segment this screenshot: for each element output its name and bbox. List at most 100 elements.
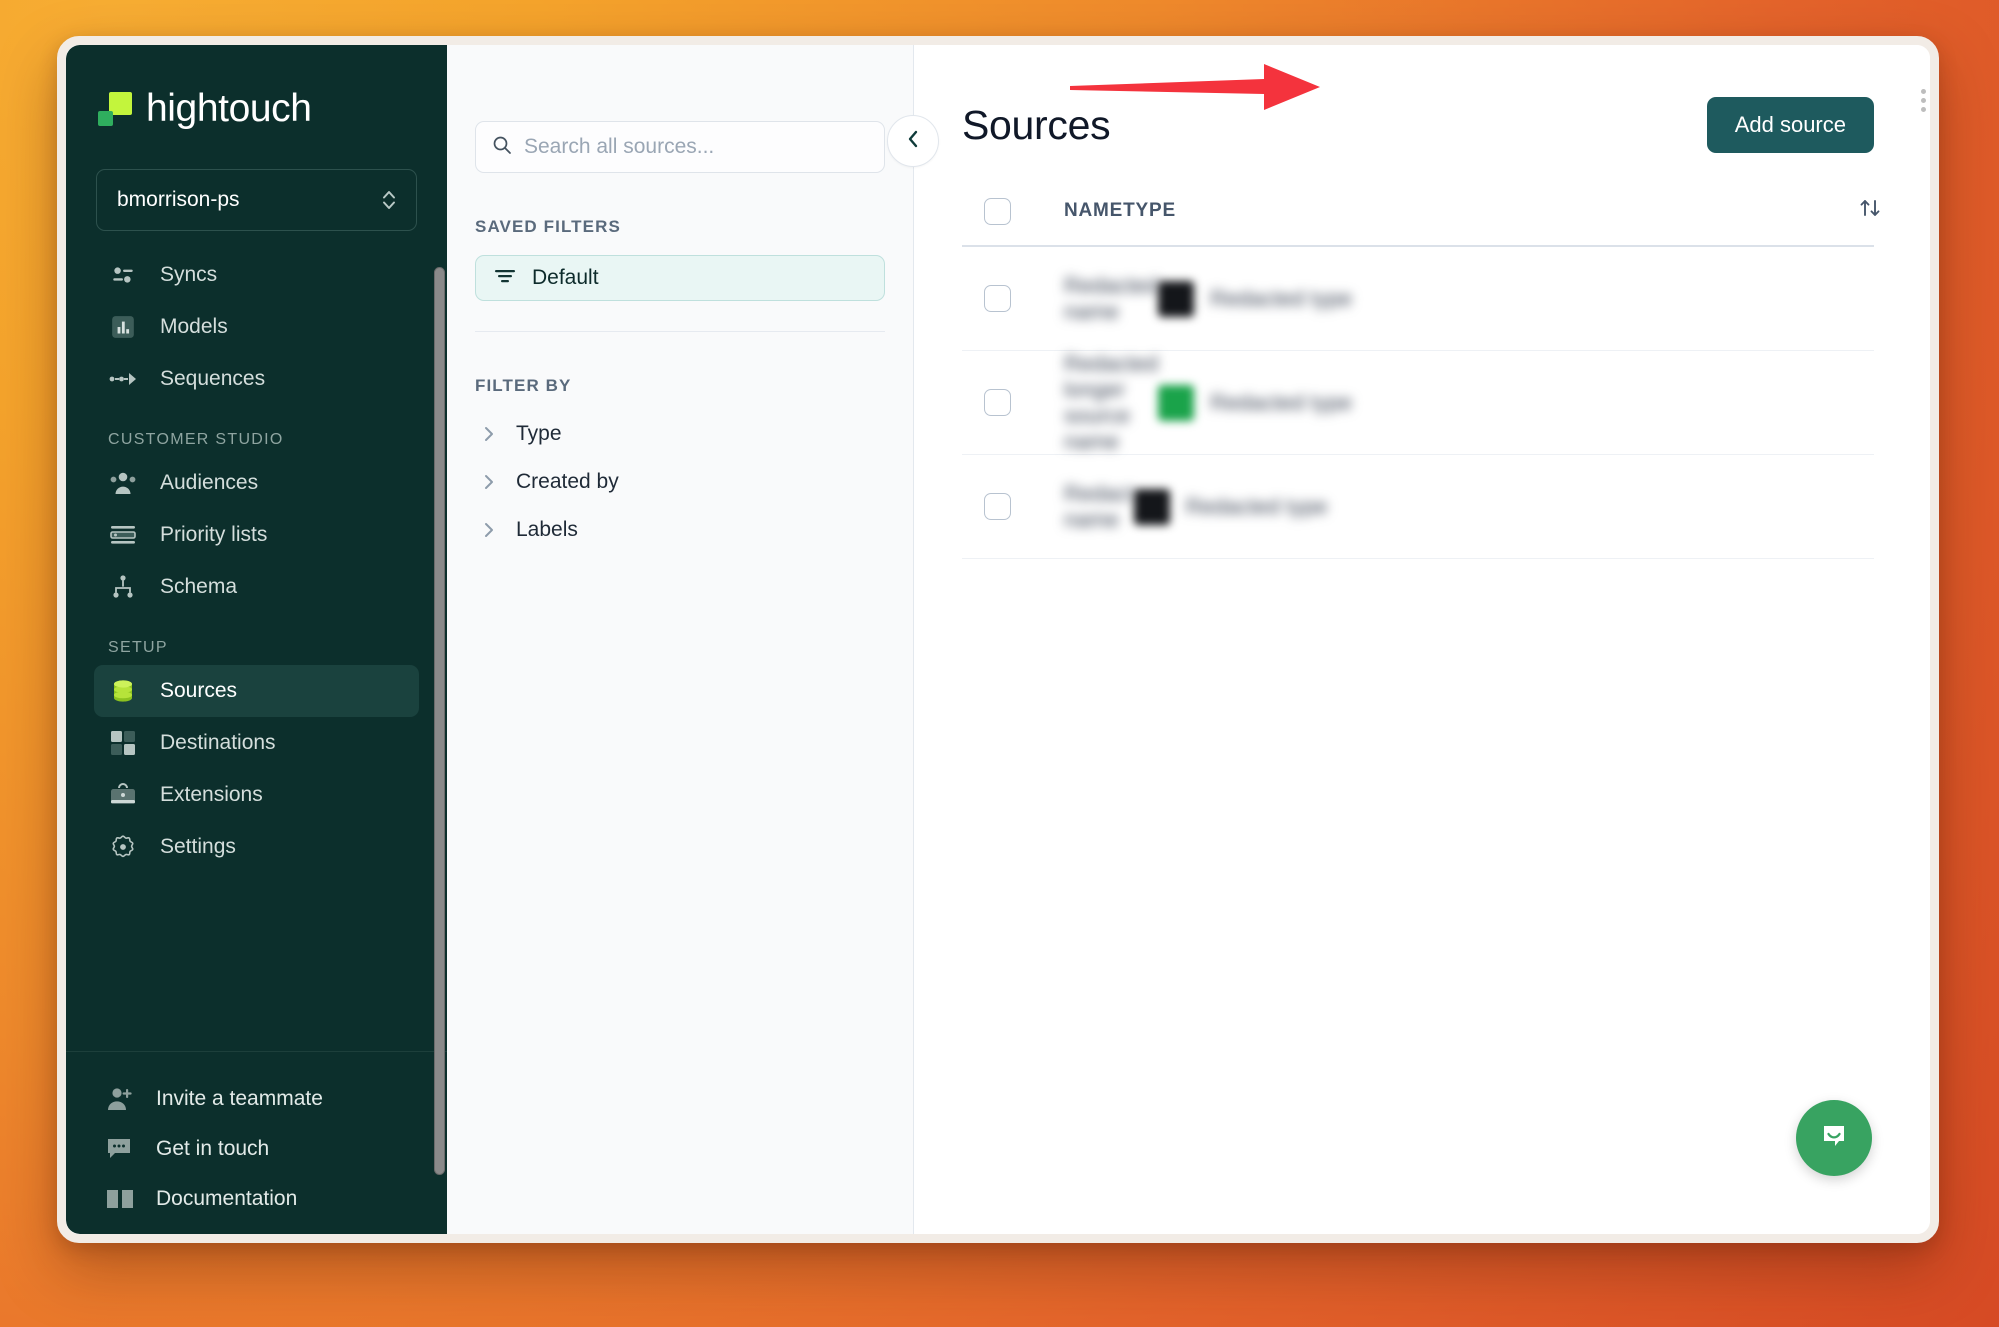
select-all-cell (962, 197, 1064, 225)
sidebar-item-label: Models (160, 315, 228, 338)
sidebar-item-label: Get in touch (156, 1137, 270, 1160)
sidebar-item-label: Extensions (160, 783, 263, 806)
hightouch-logo-icon (98, 92, 132, 126)
select-all-checkbox[interactable] (984, 197, 1011, 225)
filter-label: Created by (516, 470, 619, 493)
sidebar-item-audiences[interactable]: Audiences (94, 457, 419, 509)
source-name-cell: Redact name (1064, 481, 1134, 533)
source-name-cell: Redacted longer source name (1064, 351, 1158, 455)
user-plus-icon (104, 1083, 136, 1115)
sidebar-item-documentation[interactable]: Documentation (94, 1174, 419, 1224)
table-row[interactable]: Redacted longer source name Redacted typ… (962, 351, 1874, 455)
workspace-selector[interactable]: bmorrison-ps (96, 169, 417, 231)
column-header-type[interactable]: TYPE (1123, 200, 1823, 222)
add-source-button[interactable]: Add source (1706, 97, 1874, 153)
intercom-launcher[interactable] (1796, 1100, 1872, 1176)
sidebar-item-label: Sequences (160, 367, 266, 390)
source-type-logo (1158, 384, 1195, 421)
sidebar-group-setup: SETUP (108, 639, 168, 656)
sidebar-item-destinations[interactable]: Destinations (94, 717, 419, 769)
sources-table-header: NAME TYPE (962, 195, 1880, 247)
sidebar-group-customer-studio: CUSTOMER STUDIO (108, 431, 284, 448)
chevron-right-icon (483, 520, 496, 540)
sidebar-item-sequences[interactable]: Sequences (94, 353, 419, 405)
book-icon (104, 1183, 136, 1215)
people-icon (108, 468, 138, 498)
briefcase-icon (108, 780, 138, 810)
main-content: Sources Add source NAME TYPE Redacted na… (914, 45, 1930, 1234)
sidebar-item-syncs[interactable]: Syncs (94, 249, 419, 301)
sources-table-body: Redacted name Redacted type Redacted lon… (914, 247, 1930, 559)
search-box[interactable] (475, 121, 885, 173)
bar-chart-icon (108, 312, 138, 342)
row-select-cell (962, 389, 1064, 416)
sidebar-item-label: Schema (160, 575, 238, 598)
sidebar-item-extensions[interactable]: Extensions (94, 769, 419, 821)
sidebar-scrollbar[interactable] (434, 267, 445, 1175)
row-checkbox[interactable] (984, 493, 1011, 520)
search-icon (492, 135, 512, 160)
source-type-redacted: Redacted type (1210, 285, 1353, 311)
source-type-redacted: Redacted type (1210, 389, 1353, 415)
chevron-left-icon (905, 128, 921, 155)
sidebar-item-priority-lists[interactable]: Priority lists (94, 509, 419, 561)
sidebar-item-sources[interactable]: Sources (94, 665, 419, 717)
filter-row-created-by[interactable]: Created by (475, 458, 885, 506)
gear-icon (108, 832, 138, 862)
sort-button[interactable] (1823, 195, 1883, 227)
list-icon (108, 520, 138, 550)
sidebar-item-label: Sources (160, 679, 238, 702)
hierarchy-icon (108, 572, 138, 602)
filter-by-heading: FILTER BY (475, 376, 572, 395)
source-type-cell: Redacted type (1158, 384, 1858, 421)
sidebar-item-label: Audiences (160, 471, 259, 494)
sidebar-item-label: Invite a teammate (156, 1087, 323, 1110)
database-icon (108, 676, 138, 706)
row-checkbox[interactable] (984, 389, 1011, 416)
sidebar-nav: Syncs Models Sequences CUSTOMER STUDIO A… (66, 231, 447, 1051)
logo-wordmark: hightouch (146, 87, 312, 130)
search-input[interactable] (524, 135, 868, 159)
app-logo[interactable]: hightouch (66, 45, 447, 131)
filter-row-type[interactable]: Type (475, 410, 885, 458)
sidebar-item-label: Syncs (160, 263, 218, 286)
chevron-right-icon (483, 424, 496, 444)
filter-panel: SAVED FILTERS Default FILTER BY (447, 45, 939, 1234)
sidebar-item-schema[interactable]: Schema (94, 561, 419, 613)
collapse-panel-button[interactable] (887, 115, 939, 167)
sidebar-item-label: Priority lists (160, 523, 268, 546)
sidebar-item-models[interactable]: Models (94, 301, 419, 353)
sort-arrows-icon (1857, 195, 1883, 227)
table-row[interactable]: Redacted name Redacted type (962, 247, 1874, 351)
source-type-cell: Redacted type (1133, 488, 1834, 525)
chat-bubble-icon (104, 1133, 136, 1165)
sidebar-item-settings[interactable]: Settings (94, 821, 419, 873)
workspace-name: bmorrison-ps (117, 188, 240, 211)
main-header: Sources Add source (914, 45, 1930, 153)
grid-squares-icon (108, 728, 138, 758)
window-resize-grip[interactable] (1921, 89, 1926, 112)
source-type-redacted: Redacted type (1185, 493, 1328, 519)
sidebar-item-label: Documentation (156, 1187, 298, 1210)
page-title: Sources (962, 101, 1111, 148)
sidebar-item-get-in-touch[interactable]: Get in touch (94, 1124, 419, 1174)
source-type-cell: Redacted type (1158, 280, 1858, 317)
source-type-logo (1158, 280, 1195, 317)
panel-divider (475, 331, 885, 332)
app-window: hightouch bmorrison-ps Syncs Models Sequ… (57, 36, 1939, 1243)
row-select-cell (962, 493, 1064, 520)
sidebar-item-invite-teammate[interactable]: Invite a teammate (94, 1074, 419, 1124)
sidebar: hightouch bmorrison-ps Syncs Models Sequ… (66, 45, 447, 1234)
chat-smile-icon (1815, 1117, 1853, 1160)
sidebar-footer: Invite a teammate Get in touch Documenta… (66, 1051, 447, 1234)
saved-filter-default[interactable]: Default (475, 255, 885, 301)
source-type-logo (1133, 488, 1170, 525)
filter-row-labels[interactable]: Labels (475, 506, 885, 554)
table-row[interactable]: Redact name Redacted type (962, 455, 1874, 559)
column-header-name[interactable]: NAME (1064, 200, 1123, 222)
filter-label: Type (516, 422, 562, 445)
chevron-updown-icon (380, 187, 398, 213)
window-inner: hightouch bmorrison-ps Syncs Models Sequ… (66, 45, 1930, 1234)
row-checkbox[interactable] (984, 285, 1011, 312)
chevron-right-icon (483, 472, 496, 492)
